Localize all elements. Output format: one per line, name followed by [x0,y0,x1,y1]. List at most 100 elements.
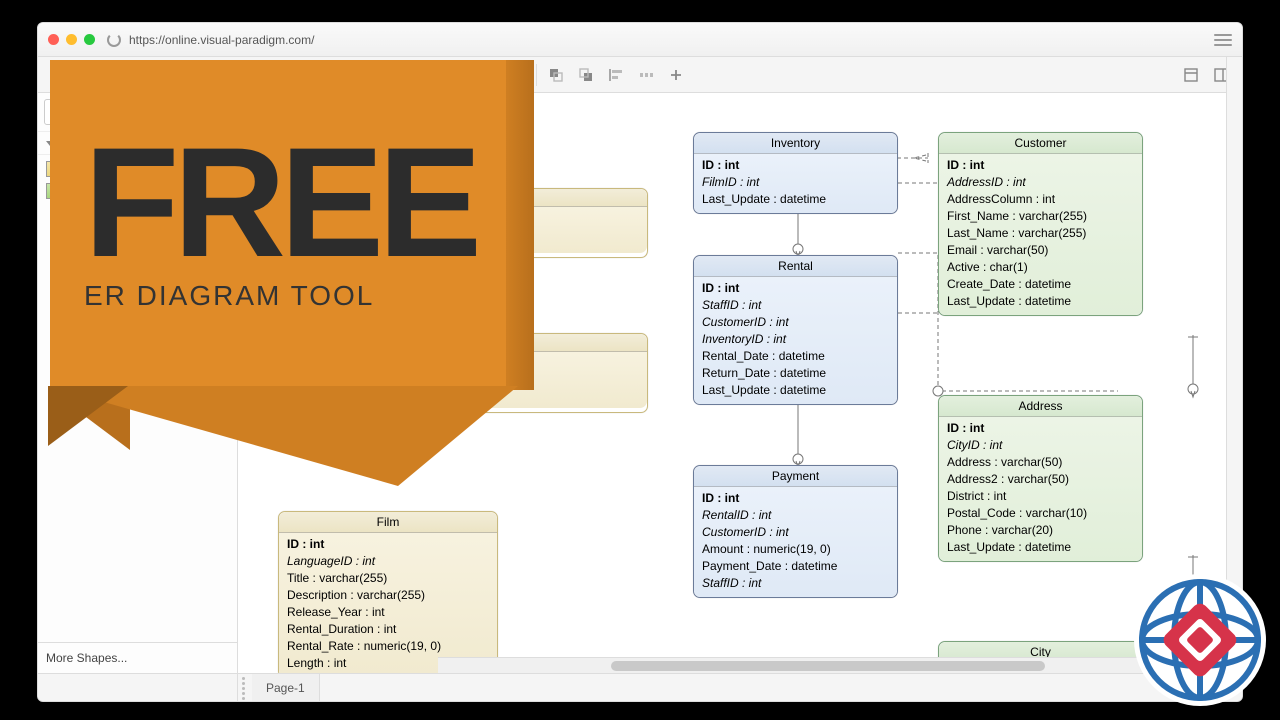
entity-title: Customer [939,133,1142,154]
entity-attribute: District : int [947,488,1134,505]
send-back-icon[interactable] [571,61,601,89]
entity-body: ID : intAddressID : intAddressColumn : i… [939,154,1142,315]
entity-shape-yellow[interactable] [46,161,86,177]
entity-title: Film [279,512,497,533]
align-icon[interactable] [601,61,631,89]
maximize-icon[interactable] [84,34,95,45]
paste-icon[interactable] [304,61,334,89]
entity-attribute: CustomerID : int [702,524,889,541]
entity-body: ID : intFilmID : intLast_Update : dateti… [694,154,897,213]
entity-attribute: Phone : varchar(20) [947,522,1134,539]
canvas[interactable]: Inventory ID : intFilmID : intLast_Updat… [238,93,1242,673]
zoom-dropdown[interactable]: 100% [182,68,235,82]
entity-attribute: Create_Date : datetime [947,276,1134,293]
entity-title: Rental [694,256,897,277]
h-scrollbar[interactable] [438,657,1226,673]
entity-payment[interactable]: Payment ID : intRentalID : intCustomerID… [693,465,898,598]
entity-attribute: ID : int [287,536,489,553]
entity-title: Payment [694,466,897,487]
entity-attribute: Rental_Duration : int [287,621,489,638]
reload-icon[interactable] [107,33,121,47]
entity-attribute: Address2 : varchar(50) [947,471,1134,488]
entity-rental[interactable]: Rental ID : intStaffID : intCustomerID :… [693,255,898,405]
entity-hidden-1[interactable] [468,188,648,258]
entity-attribute: Release_Year : int [287,604,489,621]
palette-section[interactable]: En [38,131,237,155]
distribute-icon[interactable] [631,61,661,89]
add-icon[interactable] [661,61,691,89]
zoom-in-icon[interactable] [235,61,265,89]
close-icon[interactable] [48,34,59,45]
redo-icon[interactable] [113,61,143,89]
save-icon[interactable] [44,61,74,89]
entity-attribute: Amount : numeric(19, 0) [702,541,889,558]
entity-attribute: InventoryID : int [702,331,889,348]
vp-logo-icon [1130,570,1270,710]
toolbar: 100% [38,57,1242,93]
entity-attribute: LanguageID : int [287,553,489,570]
url-text: https://online.visual-paradigm.com/ [129,33,314,47]
shadow-icon[interactable] [433,61,463,89]
entity-attribute: Return_Date : datetime [702,365,889,382]
hamburger-icon[interactable] [1214,34,1232,46]
sidebar: En More Shapes... [38,93,238,673]
entity-attribute: Last_Update : datetime [947,539,1134,556]
entity-attribute: Rental_Rate : numeric(19, 0) [287,638,489,655]
entity-attribute: Description : varchar(255) [287,587,489,604]
fill-icon[interactable] [373,61,403,89]
entity-body: ID : intRentalID : intCustomerID : intAm… [694,487,897,597]
window-controls [48,34,95,45]
entity-title: Address [939,396,1142,417]
app-window: https://online.visual-paradigm.com/ 100% [37,22,1243,702]
entity-shape-green[interactable] [46,183,86,199]
zoom-out-icon[interactable] [152,61,182,89]
search-input[interactable] [44,99,231,125]
stroke-icon[interactable] [403,61,433,89]
entity-attribute: Last_Update : datetime [702,191,889,208]
entity-inventory[interactable]: Inventory ID : intFilmID : intLast_Updat… [693,132,898,214]
entity-attribute: StaffID : int [702,575,889,592]
connector-straight-icon[interactable] [472,61,502,89]
tab-grip-icon[interactable] [238,671,252,703]
statusbar: Page-1 [38,673,1242,701]
minimize-icon[interactable] [66,34,77,45]
entity-attribute: Address : varchar(50) [947,454,1134,471]
entity-customer[interactable]: Customer ID : intAddressID : intAddressC… [938,132,1143,316]
entity-attribute: ID : int [702,280,889,297]
bring-front-icon[interactable] [541,61,571,89]
connector-elbow-icon[interactable] [502,61,532,89]
more-shapes-link[interactable]: More Shapes... [38,642,237,673]
entity-title: Inventory [694,133,897,154]
entity-body: ID : intLanguageID : intTitle : varchar(… [279,533,497,673]
entity-address[interactable]: Address ID : intCityID : intAddress : va… [938,395,1143,562]
entity-attribute: AddressID : int [947,174,1134,191]
chevron-down-icon [221,72,229,77]
entity-attribute: CityID : int [947,437,1134,454]
chevron-down-icon [46,141,54,146]
entity-attribute: Last_Name : varchar(255) [947,225,1134,242]
entity-attribute: CustomerID : int [702,314,889,331]
entity-attribute: ID : int [947,420,1134,437]
delete-icon[interactable] [334,61,364,89]
entity-attribute: ID : int [947,157,1134,174]
page-tab[interactable]: Page-1 [252,674,320,701]
format-panel-icon[interactable] [1176,61,1206,89]
entity-attribute: StaffID : int [702,297,889,314]
palette-label: En [58,136,73,150]
entity-attribute: Last_Update : datetime [947,293,1134,310]
copy-icon[interactable] [274,61,304,89]
entity-body: ID : intStaffID : intCustomerID : intInv… [694,277,897,404]
entity-hidden-2[interactable] [468,333,648,413]
entity-attribute: Last_Update : datetime [702,382,889,399]
entity-attribute: Payment_Date : datetime [702,558,889,575]
palette-body [38,155,237,642]
entity-attribute: ID : int [702,490,889,507]
entity-attribute: RentalID : int [702,507,889,524]
undo-icon[interactable] [83,61,113,89]
entity-attribute: First_Name : varchar(255) [947,208,1134,225]
entity-attribute: Active : char(1) [947,259,1134,276]
entity-attribute: Postal_Code : varchar(10) [947,505,1134,522]
entity-film[interactable]: Film ID : intLanguageID : intTitle : var… [278,511,498,673]
titlebar: https://online.visual-paradigm.com/ [38,23,1242,57]
entity-body: ID : intCityID : intAddress : varchar(50… [939,417,1142,561]
